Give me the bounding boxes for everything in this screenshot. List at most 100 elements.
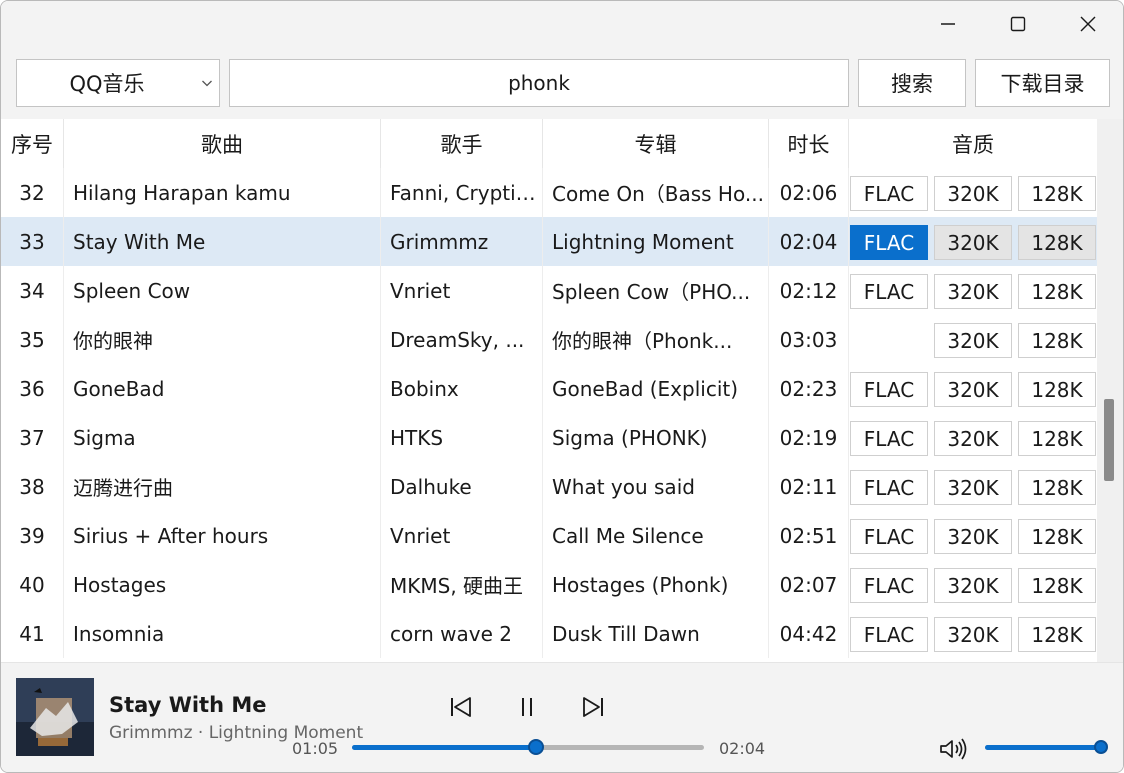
row-album: 你的眼神（Phonk...	[543, 315, 769, 364]
download-flac-button[interactable]: FLAC	[850, 372, 928, 407]
row-album: Dusk Till Dawn	[543, 609, 769, 658]
chevron-down-icon	[202, 80, 212, 87]
download-128k-button[interactable]: 128K	[1018, 372, 1096, 407]
volume-button[interactable]	[937, 733, 969, 765]
previous-button[interactable]	[445, 691, 477, 723]
row-duration: 03:03	[769, 315, 849, 364]
download-128k-button[interactable]: 128K	[1018, 568, 1096, 603]
download-320k-button[interactable]: 320K	[934, 225, 1012, 260]
toolbar: QQ音乐 搜索 下载目录	[1, 47, 1123, 119]
volume-fill	[985, 745, 1101, 750]
column-header-quality[interactable]: 音质	[849, 119, 1097, 168]
progress-slider[interactable]	[352, 739, 704, 755]
next-button[interactable]	[577, 691, 609, 723]
row-duration: 02:12	[769, 266, 849, 315]
row-artist: DreamSky, ...	[381, 315, 543, 364]
table-row[interactable]: 38 迈腾进行曲 Dalhuke What you said 02:11 FLA…	[1, 462, 1097, 511]
row-album: Come On（Bass Ho...	[543, 168, 769, 217]
scrollbar-thumb[interactable]	[1104, 399, 1114, 481]
row-album: What you said	[543, 462, 769, 511]
column-header-album[interactable]: 专辑	[543, 119, 769, 168]
table-row[interactable]: 40 Hostages MKMS, 硬曲王 Hostages (Phonk) 0…	[1, 560, 1097, 609]
table-row[interactable]: 41 Insomnia corn wave 2 Dusk Till Dawn 0…	[1, 609, 1097, 658]
download-128k-button[interactable]: 128K	[1018, 274, 1096, 309]
download-320k-button[interactable]: 320K	[934, 176, 1012, 211]
search-input[interactable]	[229, 59, 849, 107]
vertical-scrollbar[interactable]	[1097, 119, 1123, 662]
row-number: 36	[1, 364, 64, 413]
progress-fill	[352, 745, 537, 750]
download-128k-button[interactable]: 128K	[1018, 470, 1096, 505]
download-flac-button[interactable]: FLAC	[850, 568, 928, 603]
column-header-duration[interactable]: 时长	[769, 119, 849, 168]
progress-knob[interactable]	[528, 739, 545, 755]
download-flac-button[interactable]: FLAC	[850, 225, 928, 260]
row-album: Sigma (PHONK)	[543, 413, 769, 462]
pause-button[interactable]	[511, 691, 543, 723]
column-header-num[interactable]: 序号	[1, 119, 64, 168]
download-320k-button[interactable]: 320K	[934, 421, 1012, 456]
download-320k-button[interactable]: 320K	[934, 323, 1012, 358]
download-128k-button[interactable]: 128K	[1018, 617, 1096, 652]
download-320k-button[interactable]: 320K	[934, 617, 1012, 652]
row-album: Lightning Moment	[543, 217, 769, 266]
now-playing-title: Stay With Me	[109, 693, 267, 717]
download-dir-button[interactable]: 下载目录	[975, 59, 1110, 107]
row-duration: 02:06	[769, 168, 849, 217]
row-song: GoneBad	[64, 364, 381, 413]
table-row[interactable]: 32 Hilang Harapan kamu Fanni, Cryptix...…	[1, 168, 1097, 217]
download-flac-button[interactable]: FLAC	[850, 519, 928, 554]
row-duration: 04:42	[769, 609, 849, 658]
volume-slider[interactable]	[985, 740, 1108, 754]
row-duration: 02:23	[769, 364, 849, 413]
source-select[interactable]: QQ音乐	[16, 59, 220, 107]
row-album: Call Me Silence	[543, 511, 769, 560]
album-art-image	[16, 678, 94, 756]
table-row[interactable]: 36 GoneBad Bobinx GoneBad (Explicit) 02:…	[1, 364, 1097, 413]
table-row[interactable]: 37 Sigma HTKS Sigma (PHONK) 02:19 FLAC 3…	[1, 413, 1097, 462]
table-row[interactable]: 34 Spleen Cow Vnriet Spleen Cow（PHO... 0…	[1, 266, 1097, 315]
download-128k-button[interactable]: 128K	[1018, 323, 1096, 358]
close-button[interactable]	[1053, 1, 1123, 47]
player-bar: Stay With Me Grimmmz · Lightning Moment …	[1, 662, 1123, 772]
download-320k-button[interactable]: 320K	[934, 372, 1012, 407]
column-header-song[interactable]: 歌曲	[64, 119, 381, 168]
row-song: 你的眼神	[64, 315, 381, 364]
download-128k-button[interactable]: 128K	[1018, 176, 1096, 211]
table-row[interactable]: 39 Sirius + After hours Vnriet Call Me S…	[1, 511, 1097, 560]
volume-knob[interactable]	[1094, 740, 1108, 754]
row-album: Hostages (Phonk)	[543, 560, 769, 609]
row-artist: Vnriet	[381, 511, 543, 560]
download-320k-button[interactable]: 320K	[934, 568, 1012, 603]
row-number: 35	[1, 315, 64, 364]
download-128k-button[interactable]: 128K	[1018, 421, 1096, 456]
download-128k-button[interactable]: 128K	[1018, 225, 1096, 260]
row-artist: Grimmmz	[381, 217, 543, 266]
album-cover[interactable]	[16, 678, 94, 756]
row-number: 32	[1, 168, 64, 217]
row-song: Spleen Cow	[64, 266, 381, 315]
table-row[interactable]: 33 Stay With Me Grimmmz Lightning Moment…	[1, 217, 1097, 266]
maximize-button[interactable]	[983, 1, 1053, 47]
table-row[interactable]: 35 你的眼神 DreamSky, ... 你的眼神（Phonk... 03:0…	[1, 315, 1097, 364]
download-320k-button[interactable]: 320K	[934, 470, 1012, 505]
download-flac-button[interactable]: FLAC	[850, 274, 928, 309]
column-header-artist[interactable]: 歌手	[381, 119, 543, 168]
speaker-icon	[940, 738, 967, 760]
search-button[interactable]: 搜索	[858, 59, 966, 107]
download-320k-button[interactable]: 320K	[934, 274, 1012, 309]
download-flac-button[interactable]: FLAC	[850, 421, 928, 456]
download-128k-button[interactable]: 128K	[1018, 519, 1096, 554]
row-duration: 02:04	[769, 217, 849, 266]
download-flac-button[interactable]: FLAC	[850, 617, 928, 652]
row-number: 37	[1, 413, 64, 462]
maximize-icon	[1010, 16, 1026, 32]
total-time: 02:04	[719, 739, 766, 758]
row-song: Sigma	[64, 413, 381, 462]
minimize-button[interactable]	[913, 1, 983, 47]
download-flac-button[interactable]: FLAC	[850, 176, 928, 211]
download-flac-button[interactable]: FLAC	[850, 470, 928, 505]
download-320k-button[interactable]: 320K	[934, 519, 1012, 554]
row-song: Sirius + After hours	[64, 511, 381, 560]
row-song: Hilang Harapan kamu	[64, 168, 381, 217]
